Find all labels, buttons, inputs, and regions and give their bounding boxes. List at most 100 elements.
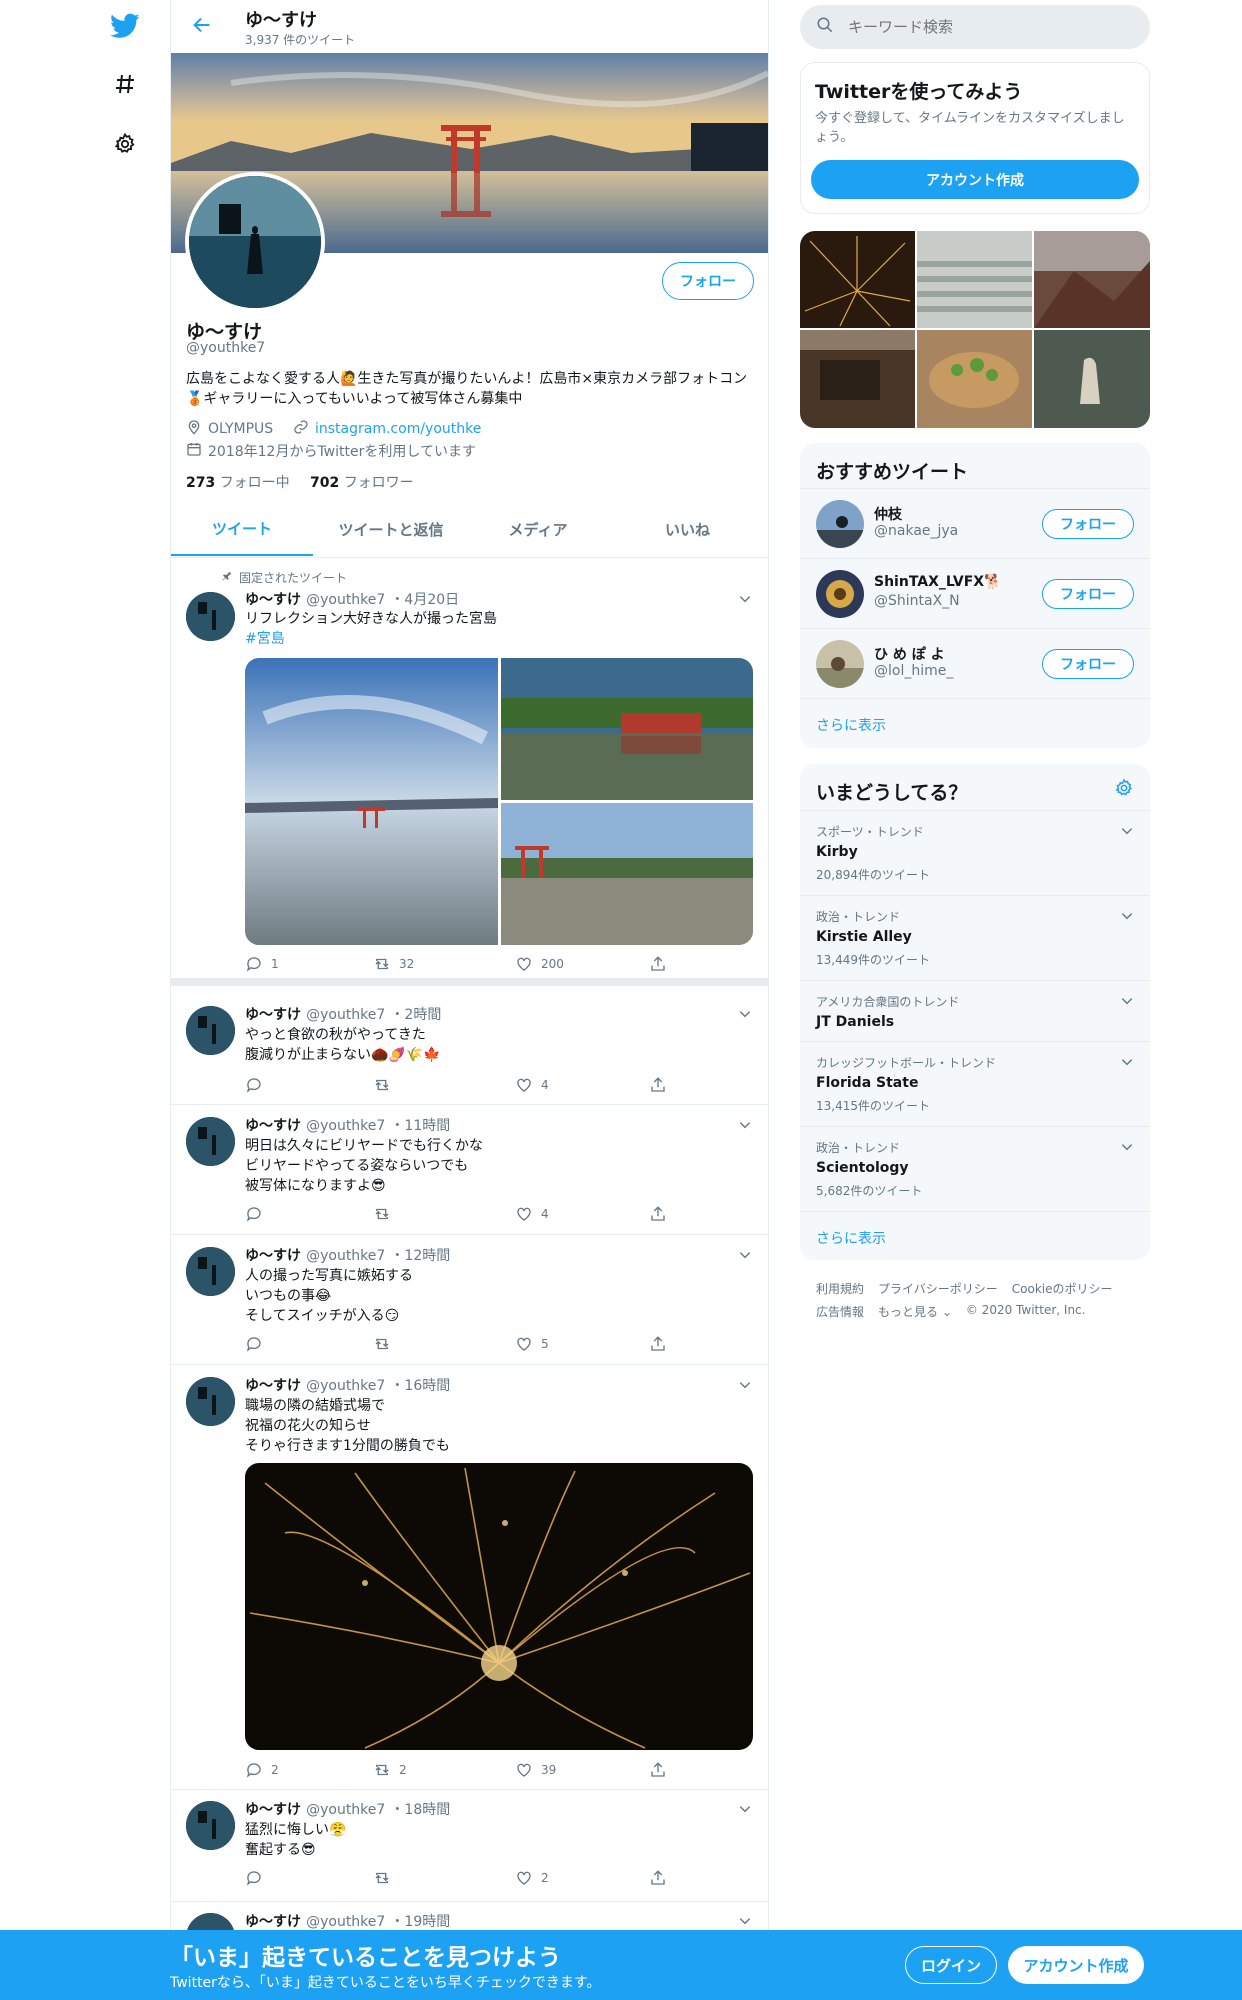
trend-item[interactable]: カレッジフットボール・トレンド Florida State 13,415件のツイ… bbox=[800, 1041, 1150, 1126]
footer-more-link[interactable]: もっと見る ⌄ bbox=[878, 1303, 952, 1320]
chevron-down-icon[interactable] bbox=[738, 1377, 752, 1391]
retweet-button[interactable] bbox=[373, 1204, 399, 1224]
media-thumb[interactable] bbox=[1034, 231, 1150, 328]
chevron-down-icon[interactable] bbox=[738, 1913, 752, 1927]
tweet-time[interactable]: ・4月20日 bbox=[390, 592, 459, 608]
suggested-follow-button[interactable]: フォロー bbox=[1042, 509, 1134, 539]
tweet-avatar[interactable] bbox=[186, 1117, 235, 1166]
avatar[interactable] bbox=[816, 640, 864, 688]
tweet-time[interactable]: ・16時間 bbox=[390, 1378, 450, 1394]
profile-website[interactable]: instagram.com/youthke bbox=[293, 419, 481, 439]
reply-button[interactable] bbox=[245, 1868, 271, 1888]
share-button[interactable] bbox=[649, 1868, 667, 1888]
signup-button[interactable]: アカウント作成 bbox=[1008, 1946, 1144, 1984]
reply-button[interactable] bbox=[245, 1334, 271, 1354]
trends-show-more[interactable]: さらに表示 bbox=[816, 1228, 886, 1248]
chevron-down-icon[interactable] bbox=[1120, 1139, 1134, 1158]
retweet-button[interactable]: 32 bbox=[373, 954, 414, 974]
share-button[interactable] bbox=[649, 1204, 667, 1224]
trends-settings-gear-icon[interactable] bbox=[1114, 778, 1134, 802]
trends-more-row[interactable]: さらに表示 bbox=[800, 1211, 1150, 1260]
tweet-avatar[interactable] bbox=[186, 1801, 235, 1850]
tweet-time[interactable]: ・12時間 bbox=[390, 1248, 450, 1264]
suggested-more-row[interactable]: さらに表示 bbox=[800, 698, 1150, 748]
avatar[interactable] bbox=[816, 570, 864, 618]
reply-button[interactable]: 2 bbox=[245, 1760, 279, 1780]
retweet-button[interactable] bbox=[373, 1868, 399, 1888]
like-button[interactable]: 4 bbox=[515, 1075, 549, 1095]
tweet[interactable]: ゆ〜すけ @youthke7 ・2時間 やっと食欲の秋がやってきた 腹減りが止ま… bbox=[171, 993, 768, 1105]
like-button[interactable]: 2 bbox=[515, 1868, 549, 1888]
search-input[interactable] bbox=[848, 18, 1118, 36]
tweet-avatar[interactable] bbox=[186, 592, 235, 641]
like-button[interactable]: 200 bbox=[515, 954, 564, 974]
avatar[interactable] bbox=[816, 500, 864, 548]
tweet[interactable]: ゆ〜すけ @youthke7 ・19時間 bbox=[171, 1902, 768, 1962]
profile-follow-button[interactable]: フォロー bbox=[662, 262, 754, 300]
tweet-time[interactable]: ・2時間 bbox=[390, 1007, 441, 1023]
media-thumb[interactable] bbox=[800, 231, 915, 328]
tweet[interactable]: ゆ〜すけ @youthke7 ・18時間 猛烈に悔しい😤 奮起する😎 2 bbox=[171, 1790, 768, 1902]
tweet-hashtag[interactable]: #宮島 bbox=[245, 629, 285, 649]
chevron-down-icon[interactable] bbox=[1120, 1054, 1134, 1073]
retweet-button[interactable]: 2 bbox=[373, 1760, 407, 1780]
create-account-button[interactable]: アカウント作成 bbox=[811, 160, 1139, 199]
like-button[interactable]: 39 bbox=[515, 1760, 556, 1780]
chevron-down-icon[interactable] bbox=[738, 1006, 752, 1020]
chevron-down-icon[interactable] bbox=[738, 591, 752, 605]
trend-item[interactable]: 政治・トレンド Scientology 5,682件のツイート bbox=[800, 1126, 1150, 1211]
tweet[interactable]: ゆ〜すけ @youthke7 ・12時間 人の撮った写真に嫉妬する いつもの事😂… bbox=[171, 1235, 768, 1365]
tweet-author-name[interactable]: ゆ〜すけ bbox=[245, 1802, 301, 1818]
chevron-down-icon[interactable] bbox=[738, 1117, 752, 1131]
trend-item[interactable]: 政治・トレンド Kirstie Alley 13,449件のツイート bbox=[800, 895, 1150, 980]
twitter-logo-icon[interactable] bbox=[109, 10, 141, 42]
tweet-author-name[interactable]: ゆ〜すけ bbox=[245, 1118, 301, 1134]
tweet-avatar[interactable] bbox=[186, 1247, 235, 1296]
media-thumb[interactable] bbox=[800, 330, 915, 428]
tab-tweets[interactable]: ツイート bbox=[171, 502, 313, 556]
chevron-down-icon[interactable] bbox=[738, 1247, 752, 1261]
search-bar[interactable] bbox=[800, 5, 1150, 49]
tweet-photo-3[interactable] bbox=[501, 803, 753, 945]
suggested-user[interactable]: 仲枝 @nakae_jya フォロー bbox=[800, 488, 1150, 558]
chevron-down-icon[interactable] bbox=[1120, 993, 1134, 1012]
suggested-follow-button[interactable]: フォロー bbox=[1042, 649, 1134, 679]
explore-hashtag-icon[interactable] bbox=[109, 68, 141, 100]
share-button[interactable] bbox=[649, 1334, 667, 1354]
media-thumb[interactable] bbox=[917, 231, 1032, 328]
tweet-author-name[interactable]: ゆ〜すけ bbox=[245, 1914, 301, 1930]
chevron-down-icon[interactable] bbox=[1120, 823, 1134, 842]
reply-button[interactable]: 1 bbox=[245, 954, 279, 974]
tab-tweets-and-replies[interactable]: ツイートと返信 bbox=[313, 502, 469, 556]
retweet-button[interactable] bbox=[373, 1334, 399, 1354]
tweet-pinned[interactable]: 固定されたツイート ゆ〜すけ @youthke7 ・4月20日 リフレクション大… bbox=[171, 558, 768, 986]
suggested-user-name[interactable]: ShinTAX_LVFX🐕 bbox=[874, 574, 1002, 590]
tab-likes[interactable]: いいね bbox=[607, 502, 768, 556]
suggested-show-more[interactable]: さらに表示 bbox=[816, 715, 886, 735]
tweet-photo-1[interactable] bbox=[245, 658, 498, 945]
tweet-time[interactable]: ・11時間 bbox=[390, 1118, 450, 1134]
chevron-down-icon[interactable] bbox=[1120, 908, 1134, 927]
followers-stat[interactable]: 702 フォロワー bbox=[310, 472, 414, 492]
tweet-author-name[interactable]: ゆ〜すけ bbox=[245, 1248, 301, 1264]
suggested-follow-button[interactable]: フォロー bbox=[1042, 579, 1134, 609]
footer-cookie-link[interactable]: Cookieのポリシー bbox=[1012, 1280, 1113, 1297]
reply-button[interactable] bbox=[245, 1204, 271, 1224]
tweet-time[interactable]: ・19時間 bbox=[390, 1914, 450, 1930]
reply-button[interactable] bbox=[245, 1075, 271, 1095]
settings-gear-icon[interactable] bbox=[109, 128, 141, 160]
media-thumb[interactable] bbox=[1034, 330, 1150, 428]
share-button[interactable] bbox=[649, 1075, 667, 1095]
like-button[interactable]: 5 bbox=[515, 1334, 549, 1354]
tweet[interactable]: ゆ〜すけ @youthke7 ・16時間 職場の隣の結婚式場で 祝福の花火の知ら… bbox=[171, 1365, 768, 1790]
tweet-avatar[interactable] bbox=[186, 1006, 235, 1055]
tweet-photo-grid[interactable] bbox=[245, 658, 753, 945]
share-button[interactable] bbox=[649, 1760, 667, 1780]
suggested-user-name[interactable]: 仲枝 bbox=[874, 504, 902, 524]
tweet-author-name[interactable]: ゆ〜すけ bbox=[245, 592, 301, 608]
tweet[interactable]: ゆ〜すけ @youthke7 ・11時間 明日は久々にビリヤードでも行くかな ビ… bbox=[171, 1105, 768, 1235]
tweet-photo-fireworks[interactable] bbox=[245, 1463, 753, 1750]
footer-privacy-link[interactable]: プライバシーポリシー bbox=[878, 1280, 998, 1297]
suggested-user[interactable]: ひ め ぽ よ @lol_hime_ フォロー bbox=[800, 628, 1150, 698]
footer-terms-link[interactable]: 利用規約 bbox=[816, 1280, 864, 1297]
